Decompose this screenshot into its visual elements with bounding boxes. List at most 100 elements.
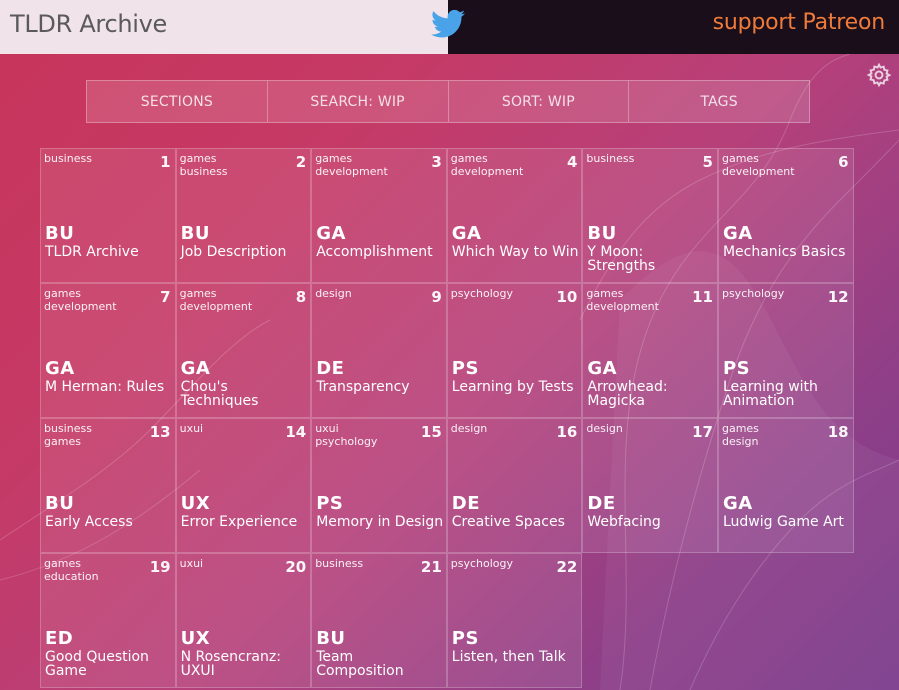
article-card[interactable]: psychology 12 PS Learning with Animation (717, 283, 854, 418)
card-number: 14 (285, 423, 307, 441)
card-title: Webfacing (587, 514, 661, 530)
article-card[interactable]: games development 11 GA Arrowhead: Magicka (582, 283, 718, 418)
card-tags: business (44, 152, 92, 165)
card-tags: games development (180, 287, 253, 313)
card-title: Transparency (316, 379, 410, 395)
card-title: Listen, then Talk (451, 649, 566, 665)
tab-tags[interactable]: TAGS (629, 81, 809, 122)
card-section-abbr: DE (316, 358, 345, 379)
article-card[interactable]: games business 2 BU Job Description (175, 148, 312, 283)
article-card[interactable]: business 21 BU Team Composition (311, 553, 447, 688)
card-tags: design (315, 287, 352, 300)
card-tag: games (44, 287, 81, 300)
card-tag: business (315, 557, 364, 570)
card-tag: games (721, 152, 759, 165)
article-card[interactable]: business 5 BU Y Moon: Strengths (582, 148, 718, 283)
card-tag: games (721, 422, 759, 435)
card-tag: games (315, 152, 353, 165)
card-tag: uxui (179, 422, 204, 435)
card-tags: business (315, 557, 363, 570)
site-title[interactable]: TLDR Archive (10, 10, 167, 38)
card-title: Accomplishment (316, 244, 433, 260)
card-tag: games (44, 557, 81, 570)
card-tag: games (179, 287, 217, 300)
card-section-abbr: GA (316, 223, 346, 244)
article-card[interactable]: business games 13 BU Early Access (40, 418, 176, 553)
header-right-panel: support Patreon (448, 0, 899, 54)
card-section-abbr: GA (587, 358, 618, 379)
card-number: 22 (556, 558, 578, 576)
card-tags: games business (180, 152, 228, 178)
gear-icon[interactable] (866, 62, 892, 88)
tab-sort[interactable]: SORT: WIP (449, 81, 630, 122)
card-section-abbr: UX (180, 628, 211, 649)
card-tags: uxui (180, 422, 204, 435)
article-card[interactable]: games design 18 GA Ludwig Game Art (717, 418, 854, 553)
article-card[interactable]: games development 7 GA M Herman: Rules (40, 283, 176, 418)
twitter-bird-icon[interactable] (431, 9, 465, 39)
card-tag: games (44, 435, 81, 448)
card-section-abbr: DE (587, 493, 616, 514)
card-section-abbr: ED (45, 628, 74, 649)
card-tags: business (586, 152, 634, 165)
card-title: Early Access (45, 514, 133, 530)
card-section-abbr: GA (722, 223, 753, 244)
card-title: Creative Spaces (451, 514, 565, 530)
card-title: Job Description (180, 244, 287, 260)
card-section-abbr: GA (722, 493, 753, 514)
card-tag: games (586, 287, 624, 300)
article-card[interactable]: games development 6 GA Mechanics Basics (717, 148, 854, 283)
card-title: Arrowhead: Magicka (587, 379, 668, 409)
tab-search[interactable]: SEARCH: WIP (268, 81, 449, 122)
card-number: 8 (295, 288, 307, 306)
card-section-abbr: GA (180, 358, 211, 379)
card-tags: games design (722, 422, 759, 448)
card-tag: business (44, 422, 92, 435)
card-title: TLDR Archive (45, 244, 139, 260)
card-tag: uxui (179, 557, 204, 570)
article-card[interactable]: uxui psychology 15 PS Memory in Design (311, 418, 447, 553)
card-section-abbr: UX (180, 493, 211, 514)
card-tags: games development (315, 152, 388, 178)
article-card[interactable]: design 9 DE Transparency (311, 283, 447, 418)
article-card[interactable]: uxui 14 UX Error Experience (175, 418, 312, 553)
card-title: Chou's Techniques (180, 379, 259, 409)
card-number: 7 (160, 288, 171, 306)
tab-sections[interactable]: SECTIONS (87, 81, 268, 122)
article-card[interactable]: games development 3 GA Accomplishment (311, 148, 447, 283)
article-card[interactable]: psychology 22 PS Listen, then Talk (446, 553, 583, 688)
card-tag: games (179, 152, 217, 165)
card-title: M Herman: Rules (45, 379, 165, 395)
article-card[interactable]: games development 4 GA Which Way to Win (446, 148, 583, 283)
card-number: 6 (838, 153, 849, 171)
card-section-abbr: PS (722, 358, 751, 379)
nav-tabs: SECTIONS SEARCH: WIP SORT: WIP TAGS (86, 80, 810, 123)
card-number: 2 (295, 153, 307, 171)
article-card-grid: business 1 BU TLDR Archive games business 2 BU J… (40, 148, 854, 688)
article-card[interactable]: games education 19 ED Good Question Game (40, 553, 176, 688)
article-card[interactable]: design 17 DE Webfacing (582, 418, 718, 553)
card-section-abbr: DE (451, 493, 481, 514)
card-number: 11 (692, 288, 713, 306)
support-patreon-link[interactable]: support Patreon (713, 10, 886, 35)
card-number: 1 (160, 153, 171, 171)
card-tag: psychology (450, 557, 514, 570)
card-tags: psychology (451, 287, 513, 300)
card-title: Learning by Tests (451, 379, 574, 395)
article-card[interactable]: business 1 BU TLDR Archive (40, 148, 176, 283)
article-card[interactable]: games development 8 GA Chou's Techniques (175, 283, 312, 418)
card-tags: psychology (722, 287, 784, 300)
article-card[interactable]: uxui 20 UX N Rosencranz: UXUI (175, 553, 312, 688)
card-section-abbr: PS (451, 358, 479, 379)
card-tag: psychology (315, 435, 378, 448)
card-number: 9 (431, 288, 442, 306)
card-section-abbr: BU (587, 223, 617, 244)
card-tags: games development (586, 287, 659, 313)
article-card[interactable]: design 16 DE Creative Spaces (446, 418, 583, 553)
card-number: 10 (556, 288, 578, 306)
card-section-abbr: GA (45, 358, 75, 379)
card-tag: education (44, 570, 99, 583)
card-tags: games education (44, 557, 99, 583)
article-card[interactable]: psychology 10 PS Learning by Tests (446, 283, 583, 418)
card-section-abbr: PS (451, 628, 479, 649)
